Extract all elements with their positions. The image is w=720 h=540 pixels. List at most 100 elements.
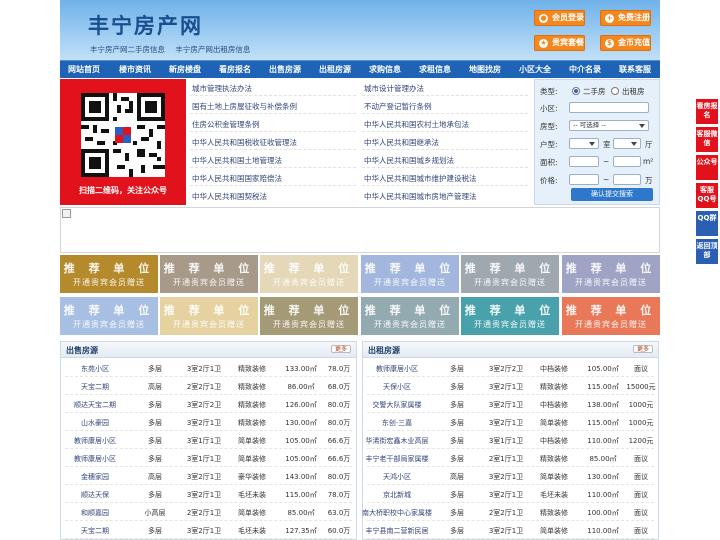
nav-home[interactable]: 网站首页 [68,61,100,79]
recommend-slot[interactable]: 推 荐 单 位开通贵宾会员赠送 [562,255,660,293]
sale-more-button[interactable]: 更多 [330,345,351,353]
recommend-slot[interactable]: 推 荐 单 位开通贵宾会员赠送 [361,297,459,335]
listing-row[interactable]: 教师康居小区 多层 3室1厅1卫 简单装修 105.00㎡ 66.6万 [61,449,356,467]
sublink-secondhand[interactable]: 丰宁房产网二手房信息 [90,45,165,54]
register-button[interactable]: + 免费注册 [600,10,651,26]
law-link[interactable]: 中华人民共和国农村土地承包法 [364,119,469,130]
listing-row[interactable]: 丰宁县南二营新民居 多层 3室2厅1卫 简单装修 110.00㎡ 面议 [363,521,658,539]
listing-row[interactable]: 交警大队家属楼 多层 3室2厅1卫 中档装修 138.00㎡ 1000元 [363,395,658,413]
listing-community[interactable]: 华浠街宏鑫木业高层 [366,436,429,446]
coin-recharge-button[interactable]: $ 金币充值 [600,35,651,51]
listing-community[interactable]: 交警大队家属楼 [373,400,422,410]
area-max-input[interactable] [613,156,641,167]
listing-row[interactable]: 天宝二期 高层 2室2厅1卫 精致装修 86.00㎡ 68.0万 [61,377,356,395]
law-link[interactable]: 中华人民共和国城市维护建设税法 [364,173,477,184]
recommend-slot[interactable]: 推 荐 单 位开通贵宾会员赠送 [160,297,258,335]
nav-want-to-rent[interactable]: 求租信息 [419,61,451,79]
listing-row[interactable]: 华浠街宏鑫木业高层 多层 3室1厅1卫 中档装修 110.00㎡ 1200元 [363,431,658,449]
recommend-slot[interactable]: 推 荐 单 位开通贵宾会员赠送 [461,297,559,335]
listing-row[interactable]: 丰宁老干部局家属楼 多层 2室1厅1卫 精致装修 85.00㎡ 面议 [363,449,658,467]
area-min-input[interactable] [569,156,599,167]
nav-for-rent[interactable]: 出租房源 [319,61,351,79]
listing-row[interactable]: 天宝二期 多层 3室2厅1卫 毛坯未装 127.35㎡ 60.0万 [61,521,356,539]
listing-row[interactable]: 和顺嘉园 小高层 2室2厅1卫 简单装修 85.00㎡ 63.0万 [61,503,356,521]
law-link[interactable]: 中华人民共和国继承法 [364,137,439,148]
law-link[interactable]: 中华人民共和国城市房地产管理法 [364,191,477,202]
law-link[interactable]: 城市管理执法办法 [192,83,252,94]
law-link[interactable]: 不动产登记暂行条例 [364,101,432,112]
float-wechat-service[interactable]: 客服微信 [696,127,718,152]
listing-row[interactable]: 天保小区 多层 3室2厅1卫 精致装修 115.00㎡ 15000元 [363,377,658,395]
law-link[interactable]: 中华人民共和国国家赔偿法 [192,173,282,184]
law-link[interactable]: 中华人民共和国城乡规划法 [364,155,454,166]
housing-select[interactable]: -- 可选择 -- [569,120,649,131]
listing-row[interactable]: 金穗家园 高层 3室2厅1卫 豪华装修 143.00㎡ 80.0万 [61,467,356,485]
listing-community[interactable]: 南大桥职校中心家属楼 [362,508,432,518]
nav-map-search[interactable]: 地图找房 [469,61,501,79]
listing-community[interactable]: 京北新城 [383,490,411,500]
recommend-slot[interactable]: 推 荐 单 位开通贵宾会员赠送 [60,297,158,335]
law-link[interactable]: 国有土地上房屋征收与补偿条例 [192,101,297,112]
sublink-rental[interactable]: 丰宁房产网出租房信息 [175,45,250,54]
recommend-slot[interactable]: 推 荐 单 位开通贵宾会员赠送 [160,255,258,293]
listing-community[interactable]: 天保小区 [383,382,411,392]
site-logo[interactable]: 丰宁房产网 [88,10,203,40]
recommend-slot[interactable]: 推 荐 单 位开通贵宾会员赠送 [260,297,358,335]
nav-contact[interactable]: 联系客服 [619,61,651,79]
listing-community[interactable]: 东苑小区 [81,364,109,374]
float-back-to-top[interactable]: 返回顶部 [696,239,718,264]
listing-community[interactable]: 东创·三嘉 [382,418,412,428]
listing-community[interactable]: 丰宁县南二营新民居 [366,526,429,536]
vip-package-button[interactable]: ★ 贵宾套餐 [534,35,585,51]
nav-viewing-signup[interactable]: 看房报名 [219,61,251,79]
listing-row[interactable]: 教师康居小区 多层 3室1厅1卫 简单装修 105.00㎡ 66.6万 [61,431,356,449]
recommend-slot[interactable]: 推 荐 单 位开通贵宾会员赠送 [260,255,358,293]
law-link[interactable]: 住房公积金管理条例 [192,119,260,130]
type-radio-rental[interactable] [611,87,619,95]
listing-row[interactable]: 天鸿小区 高层 3室2厅1卫 简单装修 130.00㎡ 面议 [363,467,658,485]
listing-community[interactable]: 天宝二期 [81,526,109,536]
listing-row[interactable]: 京北新城 多层 3室2厅1卫 毛坯未装 110.00㎡ 面议 [363,485,658,503]
recommend-slot[interactable]: 推 荐 单 位开通贵宾会员赠送 [361,255,459,293]
law-link[interactable]: 城市设计管理办法 [364,83,424,94]
listing-row[interactable]: 东创·三嘉 多层 3室2厅1卫 简单装修 115.00㎡ 1000元 [363,413,658,431]
float-qq-group[interactable]: QQ群 [696,211,718,236]
room-select[interactable] [569,138,599,149]
rent-more-button[interactable]: 更多 [632,345,653,353]
nav-for-sale[interactable]: 出售房源 [269,61,301,79]
hall-select[interactable] [613,138,641,149]
type-radio-secondhand[interactable] [572,87,580,95]
listing-row[interactable]: 教师康居小区 多层 3室2厅2卫 中档装修 105.00㎡ 面议 [363,359,658,377]
law-link[interactable]: 中华人民共和国税收征收管理法 [192,137,297,148]
listing-community[interactable]: 顺达天宝二期 [74,400,116,410]
listing-community[interactable]: 教师康居小区 [74,436,116,446]
law-link[interactable]: 中华人民共和国契税法 [192,191,267,202]
listing-community[interactable]: 丰宁老干部局家属楼 [366,454,429,464]
ad-banner[interactable] [60,207,660,253]
listing-row[interactable]: 东苑小区 多层 3室2厅1卫 精致装修 133.00㎡ 78.0万 [61,359,356,377]
listing-community[interactable]: 山水豪园 [81,418,109,428]
law-link[interactable]: 中华人民共和国土地管理法 [192,155,282,166]
listing-community[interactable]: 教师康居小区 [74,454,116,464]
float-viewing-signup[interactable]: 看房报名 [696,99,718,124]
listing-row[interactable]: 顺达天宝二期 多层 3室2厅2卫 精致装修 126.00㎡ 80.0万 [61,395,356,413]
nav-want-to-buy[interactable]: 求购信息 [369,61,401,79]
price-max-input[interactable] [613,174,641,185]
recommend-slot[interactable]: 推 荐 单 位开通贵宾会员赠送 [60,255,158,293]
listing-community[interactable]: 天宝二期 [81,382,109,392]
float-official-account[interactable]: 公众号 [696,155,718,180]
community-input[interactable] [569,102,649,113]
recommend-slot[interactable]: 推 荐 单 位开通贵宾会员赠送 [461,255,559,293]
listing-row[interactable]: 顺达天保 多层 3室2厅1卫 毛坯未装 115.00㎡ 78.0万 [61,485,356,503]
listing-row[interactable]: 南大桥职校中心家属楼 多层 2室2厅1卫 精致装修 100.00㎡ 面议 [362,503,658,521]
nav-communities[interactable]: 小区大全 [519,61,551,79]
listing-community[interactable]: 教师康居小区 [376,364,418,374]
recommend-slot[interactable]: 推 荐 单 位开通贵宾会员赠送 [562,297,660,335]
float-qq-service[interactable]: 客服QQ号 [696,183,718,208]
nav-agents[interactable]: 中介名录 [569,61,601,79]
login-button[interactable]: ● 会员登录 [534,10,585,26]
listing-community[interactable]: 天鸿小区 [383,472,411,482]
listing-community[interactable]: 和顺嘉园 [81,508,109,518]
listing-row[interactable]: 山水豪园 多层 3室2厅1卫 精致装修 130.00㎡ 80.0万 [61,413,356,431]
listing-community[interactable]: 顺达天保 [81,490,109,500]
